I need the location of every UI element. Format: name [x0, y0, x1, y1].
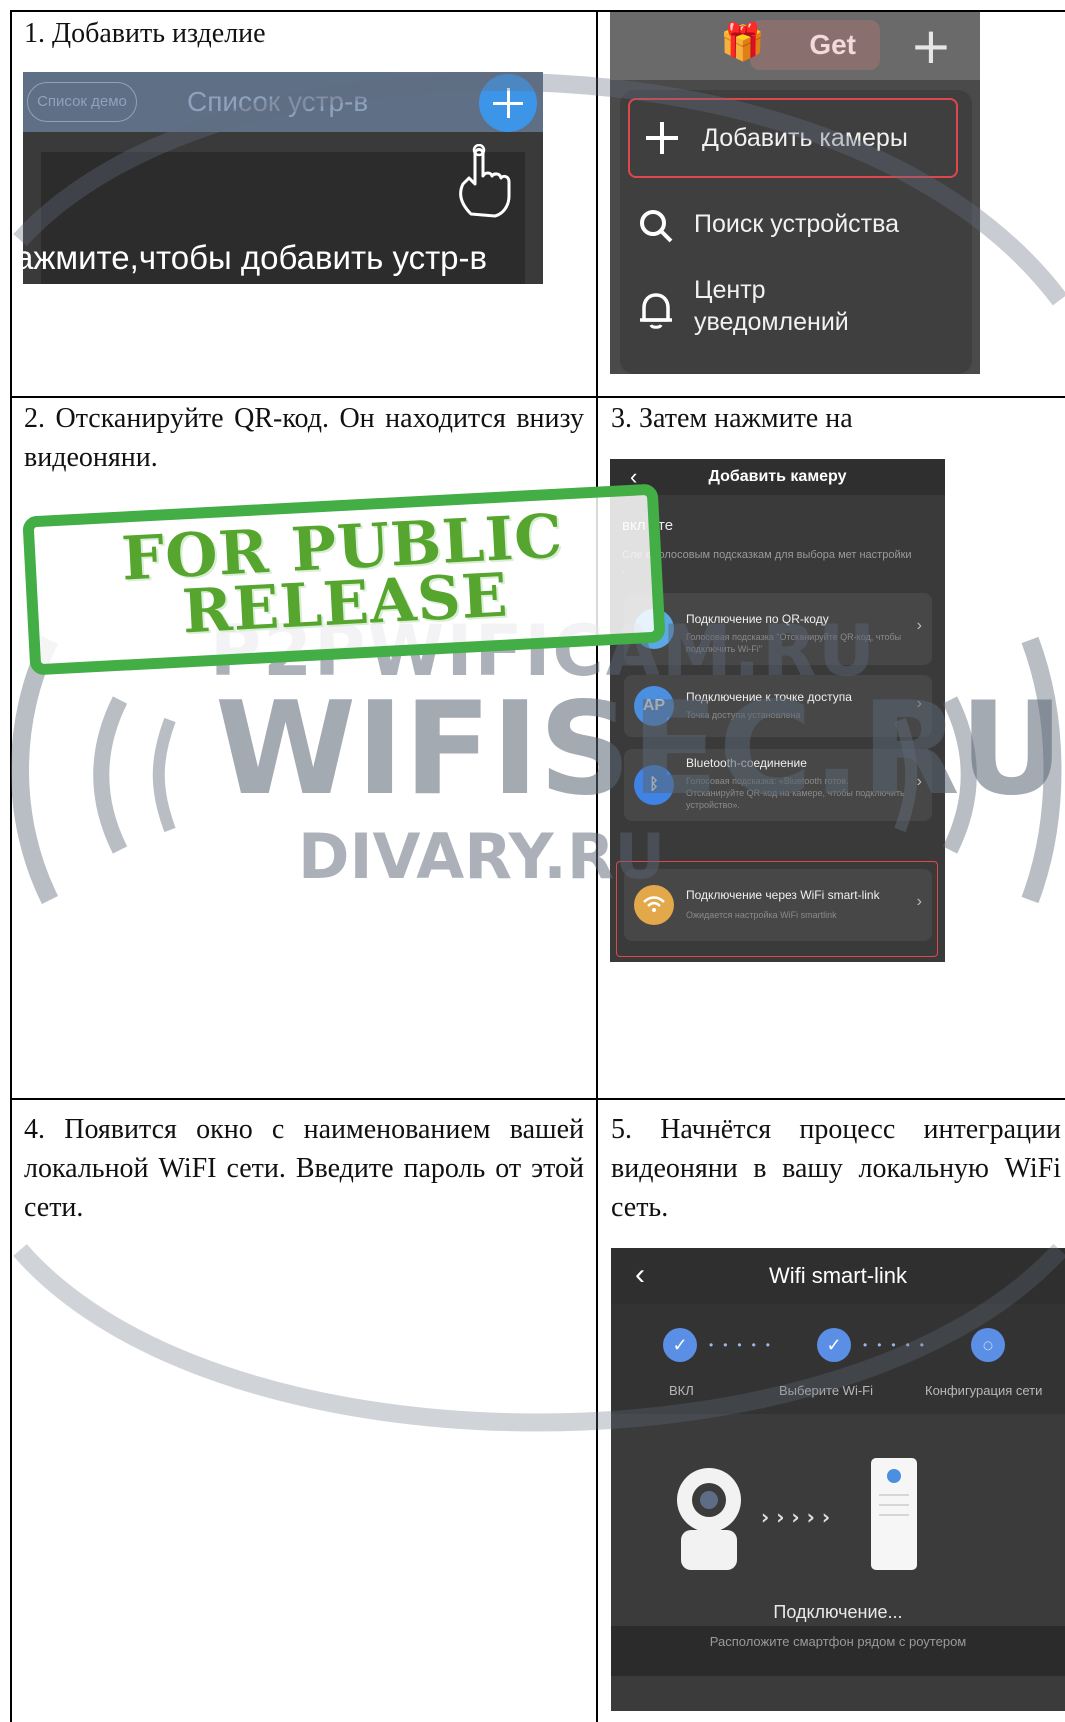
step-complete-check-icon: ✓ [817, 1328, 851, 1362]
menu-item-search-device[interactable]: Поиск устройства [630, 188, 960, 268]
pointing-hand-icon [459, 144, 511, 218]
plus-icon[interactable]: + [910, 18, 952, 74]
smartlink-progress-steps: ✓ ••••• ✓ ••••• ◌ ВКЛ Выберите Wi-Fi Кон… [611, 1304, 1065, 1414]
smartlink-footer-hint: Расположите смартфон рядом с роутером [709, 1634, 967, 1649]
connecting-status: Подключение... [773, 1602, 903, 1622]
step-label-choose-wifi: Выберите Wi-Fi [779, 1383, 874, 1398]
demo-list-button[interactable]: Список демо [27, 82, 137, 122]
table-divider-row2 [10, 1098, 1065, 1100]
step-complete-check-icon: ✓ [663, 1328, 697, 1362]
chevron-right-icon: › [916, 617, 922, 634]
bell-icon [640, 293, 672, 329]
device-list-title: Список устр-в [187, 86, 369, 117]
smartlink-title: Wifi smart-link [768, 1263, 908, 1288]
add-camera-subtitle: Сле е голосовым подсказкам для выбора ме… [622, 549, 912, 576]
step1-text: 1. Добавить изделие [24, 18, 266, 49]
device-list-screenshot: Список демо Список устр-в ажмите,чтобы д… [23, 72, 543, 284]
menu-item-notification-center[interactable]: Центр уведомлений [630, 266, 960, 346]
camera-icon [677, 1468, 741, 1570]
add-menu-screenshot: Get 🎁 + Добавить камеры Поиск устройства… [610, 12, 980, 374]
step-connector: ••••• [709, 1338, 781, 1352]
menu-item-search-device-label: Поиск устройства [694, 210, 900, 238]
watermark-wifisec: WIFISEC.RU [215, 675, 1064, 824]
public-release-stamp: FOR PUBLIC RELEASE [22, 483, 666, 676]
table-divider-row1 [10, 396, 1065, 398]
smartlink-footer: Расположите смартфон рядом с роутером [611, 1626, 1065, 1676]
add-camera-title: Добавить камеру [708, 468, 847, 485]
search-icon [640, 210, 673, 243]
menu-item-notification-center-label: Центр уведомлений [694, 276, 849, 336]
camera-to-router-illustration: › › › › › [677, 1458, 917, 1570]
step5-text: 5. Начнётся процесс интеграции видеоняни… [611, 1114, 1061, 1223]
step3-text: 3. Затем нажмите на [611, 403, 853, 434]
arrows-icon: › › › › › [761, 1505, 830, 1529]
table-border-left [10, 10, 12, 1722]
step2-text: 2. Отсканируйте QR-код. Он находится вни… [24, 403, 584, 473]
get-badge[interactable]: Get [750, 20, 880, 70]
menu-item-add-camera-label: Добавить камеры [702, 124, 908, 152]
watermark-divary: DIVARY.RU [298, 820, 665, 893]
plus-icon [646, 122, 678, 154]
gift-icon: 🎁 [720, 22, 765, 62]
add-device-button[interactable] [479, 74, 537, 132]
step-connector: ••••• [863, 1338, 935, 1352]
step-label-on: ВКЛ [669, 1383, 694, 1398]
router-icon [871, 1458, 917, 1570]
step-loading-icon: ◌ [971, 1328, 1005, 1362]
menu-item-add-camera[interactable]: Добавить камеры [628, 98, 958, 178]
step-label-config: Конфигурация сети [925, 1383, 1043, 1398]
step4-text: 4. Появится окно с наименованием вашей л… [24, 1114, 584, 1223]
wifi-smartlink-screenshot: ‹ Wifi smart-link ✓ ••••• ✓ ••••• ◌ ВКЛ … [611, 1248, 1065, 1711]
smartlink-bottom [611, 1676, 1065, 1711]
add-device-hint: ажмите,чтобы добавить устр-в [23, 239, 488, 276]
